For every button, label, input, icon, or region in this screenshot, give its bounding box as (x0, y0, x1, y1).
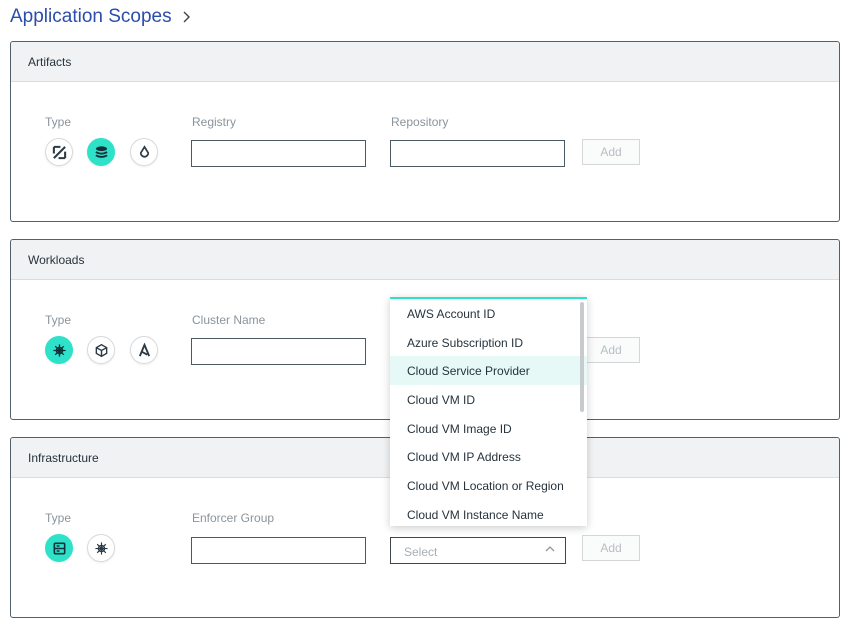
helm-wheel-icon[interactable] (45, 336, 73, 364)
registry-label: Registry (192, 115, 237, 129)
droplet-icon[interactable] (130, 138, 158, 166)
artifacts-type-label: Type (45, 115, 72, 129)
enforcer-group-label: Enforcer Group (192, 511, 275, 525)
scope-type-dropdown[interactable]: AWS Account ID Azure Subscription ID Clo… (390, 297, 587, 526)
dropdown-item-cloud-vm-instance-name[interactable]: Cloud VM Instance Name (390, 500, 587, 526)
workloads-type-label: Type (45, 313, 72, 327)
chevron-up-icon[interactable] (545, 545, 555, 553)
cluster-name-input[interactable] (191, 338, 366, 365)
page-title-text: Application Scopes (10, 6, 172, 27)
dropdown-item-cloud-vm-ip-address[interactable]: Cloud VM IP Address (390, 442, 587, 471)
artifacts-panel: Artifacts (10, 41, 840, 222)
page-title: Application Scopes (10, 6, 191, 28)
infrastructure-add-button[interactable]: Add (582, 535, 640, 561)
dropdown-item-cloud-vm-image-id[interactable]: Cloud VM Image ID (390, 414, 587, 443)
cluster-name-label: Cluster Name (192, 313, 266, 327)
registry-input[interactable] (191, 140, 366, 167)
dropdown-item-cloud-vm-location[interactable]: Cloud VM Location or Region (390, 471, 587, 500)
enforcer-group-input[interactable] (191, 537, 366, 564)
dropdown-scrollbar[interactable] (580, 302, 584, 412)
repository-input[interactable] (390, 140, 565, 167)
layers-icon[interactable] (87, 138, 115, 166)
dropdown-item-aws-account-id[interactable]: AWS Account ID (390, 299, 587, 328)
repository-label: Repository (391, 115, 449, 129)
dropdown-item-cloud-service-provider[interactable]: Cloud Service Provider (390, 356, 587, 386)
artifacts-header: Artifacts (11, 42, 839, 82)
workloads-add-button[interactable]: Add (582, 337, 640, 363)
arrow-a-icon[interactable] (130, 336, 158, 364)
dropdown-item-azure-subscription-id[interactable]: Azure Subscription ID (390, 328, 587, 357)
infrastructure-type-label: Type (45, 511, 72, 525)
percent-tag-icon[interactable] (45, 138, 73, 166)
cube-icon[interactable] (87, 336, 115, 364)
chevron-right-icon[interactable] (181, 11, 191, 23)
workloads-header: Workloads (11, 240, 839, 280)
helm-wheel-icon[interactable] (87, 534, 115, 562)
server-icon[interactable] (45, 534, 73, 562)
select-placeholder: Select (404, 545, 438, 559)
dropdown-item-cloud-vm-id[interactable]: Cloud VM ID (390, 385, 587, 414)
artifacts-add-button[interactable]: Add (582, 139, 640, 165)
scope-type-select[interactable]: Select (390, 537, 566, 564)
